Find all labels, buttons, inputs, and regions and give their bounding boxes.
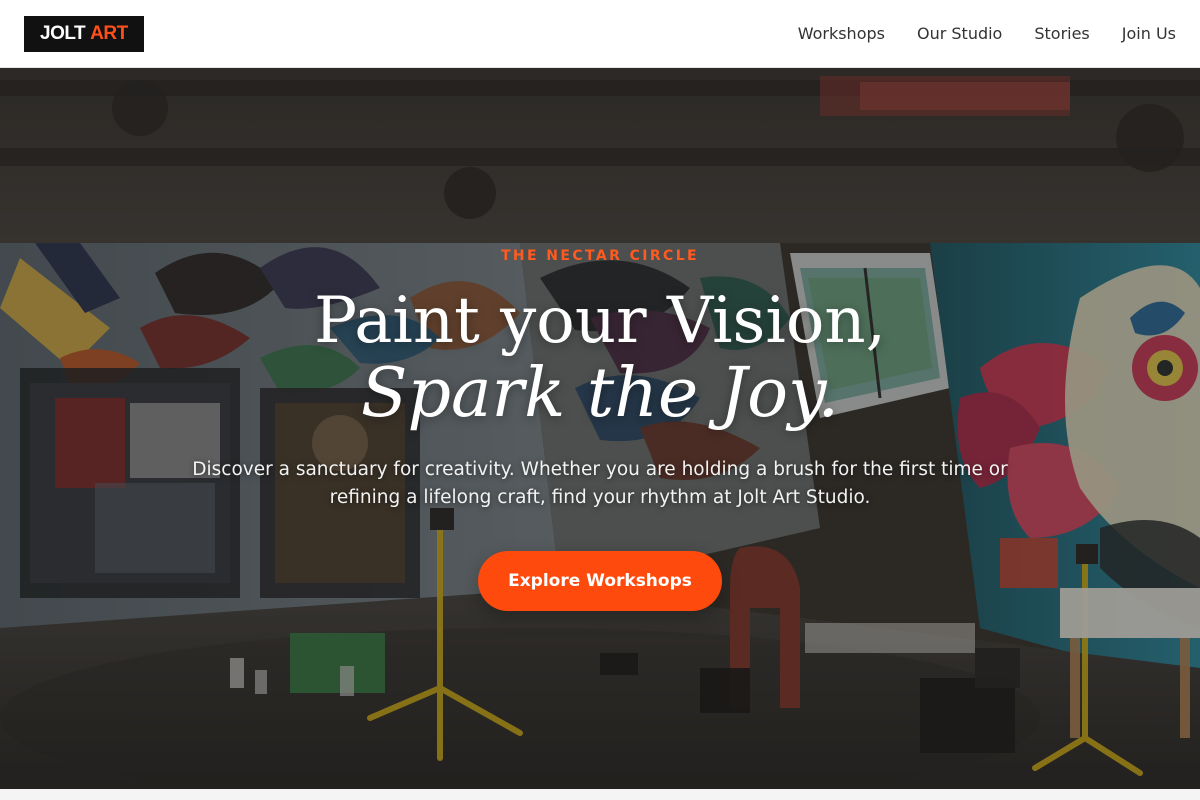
nav-join-us[interactable]: Join Us — [1122, 24, 1176, 43]
explore-workshops-button[interactable]: Explore Workshops — [478, 551, 722, 611]
page-bottom-edge — [0, 789, 1200, 800]
nav-workshops[interactable]: Workshops — [798, 24, 885, 43]
logo-word-1: JOLT — [40, 22, 86, 44]
nav-stories[interactable]: Stories — [1034, 24, 1089, 43]
logo-word-2: ART — [90, 22, 128, 44]
site-header: JOLT ART Workshops Our Studio Stories Jo… — [0, 0, 1200, 68]
nav-our-studio[interactable]: Our Studio — [917, 24, 1002, 43]
hero-title-line-1: Paint your Vision, — [314, 284, 886, 358]
hero-kicker: THE NECTAR CIRCLE — [500, 248, 700, 264]
primary-nav: Workshops Our Studio Stories Join Us — [798, 24, 1176, 43]
hero-title-line-2: Spark the Joy. — [360, 354, 840, 433]
jolt-art-logo[interactable]: JOLT ART — [24, 15, 144, 52]
hero-section: THE NECTAR CIRCLE Paint your Vision, Spa… — [0, 68, 1200, 789]
hero-subtitle: Discover a sanctuary for creativity. Whe… — [192, 459, 1008, 508]
